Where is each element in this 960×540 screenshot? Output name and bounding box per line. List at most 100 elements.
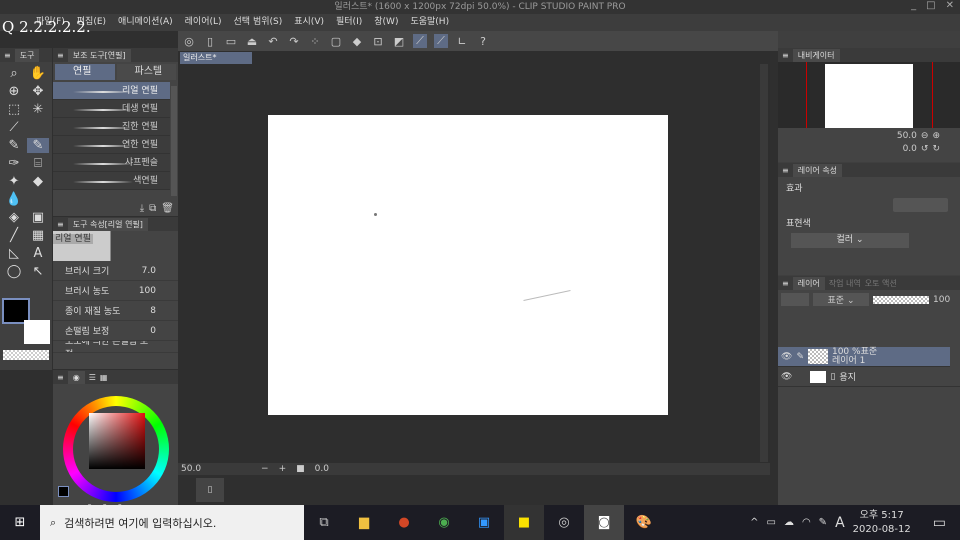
color-slider-tab[interactable]: ☰ <box>89 373 96 382</box>
zoom-field[interactable]: 50.0 <box>181 463 201 475</box>
notification-icon[interactable]: ▭ <box>919 515 960 531</box>
clear-icon[interactable]: ▢ <box>329 35 343 48</box>
correct-line-icon[interactable]: ↖ <box>27 264 49 279</box>
new-file-icon[interactable]: ▯ <box>203 35 217 48</box>
snap-special-icon[interactable]: ⟋ <box>434 34 448 48</box>
windows-start-icon[interactable]: ⊞ <box>0 505 40 540</box>
blend-icon[interactable]: 💧 <box>3 192 25 207</box>
timeline-toggle[interactable]: ▯ <box>196 478 224 502</box>
crop-icon[interactable]: ◩ <box>392 35 406 48</box>
powerpoint-icon[interactable]: ● <box>384 505 424 540</box>
ime-indicator[interactable]: A <box>835 515 845 531</box>
zoom-in-icon[interactable]: ⊕ <box>932 131 940 141</box>
eraser-icon[interactable]: ◆ <box>27 174 49 189</box>
menu-help[interactable]: 도움말(H) <box>410 14 449 31</box>
layer-row[interactable]: 👁 ▯ 용지 <box>778 367 960 387</box>
frame-icon[interactable]: ▦ <box>27 228 49 243</box>
taskbar-search[interactable]: ⌕ 검색하려면 여기에 입력하십시오. <box>40 505 304 540</box>
opacity-slider[interactable] <box>873 295 929 304</box>
duplicate-icon[interactable]: ⧉ <box>149 203 156 214</box>
zoom-out-button[interactable]: − <box>261 463 269 475</box>
document-tab[interactable]: 일러스트* <box>180 52 252 64</box>
brush-icon[interactable]: ✑ <box>3 156 25 171</box>
fill-icon[interactable]: ◆ <box>350 35 364 48</box>
open-folder-icon[interactable]: ▭ <box>224 35 238 48</box>
blend-mode-dropdown[interactable]: 표준 ⌄ <box>813 293 869 306</box>
pencil-icon[interactable]: ✎ <box>27 138 49 153</box>
navigator-preview[interactable] <box>778 62 960 128</box>
menu-view[interactable]: 표시(V) <box>294 14 324 31</box>
app-icon[interactable]: ▣ <box>464 505 504 540</box>
navigator-zoom[interactable]: 50.0 <box>897 131 917 141</box>
close-button[interactable]: ✕ <box>946 0 954 11</box>
paper-texture-row[interactable]: 종이 재질 농도 8 <box>53 301 178 321</box>
move-icon[interactable]: ✥ <box>27 84 49 99</box>
tab-layer[interactable]: 레이어 <box>792 276 825 290</box>
color-wheel-tab[interactable]: ◉ <box>67 370 85 384</box>
snap-ruler-icon[interactable]: ⟋ <box>413 34 427 48</box>
menu-filter[interactable]: 필터(I) <box>336 14 362 31</box>
hand-icon[interactable]: ✋ <box>27 66 49 81</box>
menu-animation[interactable]: 애니메이션(A) <box>118 14 173 31</box>
file-explorer-icon[interactable]: ▆ <box>344 505 384 540</box>
layer-color-dropdown[interactable] <box>781 293 809 306</box>
paint-palette-icon[interactable]: 🎨 <box>624 505 664 540</box>
text-icon[interactable]: A <box>27 246 49 261</box>
sub-color-swatch[interactable] <box>24 320 50 344</box>
transform-icon[interactable]: ⊡ <box>371 35 385 48</box>
rotate-right-icon[interactable]: ↻ <box>932 144 940 154</box>
saturation-value-square[interactable] <box>89 413 145 469</box>
tab-history[interactable]: 작업 내역 <box>829 278 861 289</box>
eyedropper-icon[interactable]: ⟋ <box>3 120 25 135</box>
airbrush-icon[interactable]: ⌸ <box>27 156 49 171</box>
clip-studio-icon[interactable]: ◎ <box>182 35 196 48</box>
eye-icon[interactable]: 👁 <box>781 352 792 362</box>
canvas-scrollbar-vertical[interactable] <box>760 64 768 462</box>
maximize-button[interactable]: □ <box>926 0 935 11</box>
mini-main-color[interactable] <box>58 486 69 497</box>
tray-chevron-icon[interactable]: ^ <box>750 517 758 528</box>
save-icon[interactable]: ⏏ <box>245 35 259 48</box>
decoration-icon[interactable]: ✦ <box>3 174 25 189</box>
kakaotalk-icon[interactable]: ■ <box>504 505 544 540</box>
magic-wand-icon[interactable]: ✳ <box>27 102 49 117</box>
eye-icon[interactable]: 👁 <box>781 372 792 382</box>
brush-colored-pencil[interactable]: 색연필 <box>53 172 170 190</box>
gradient-icon[interactable]: ▣ <box>27 210 49 225</box>
layer-row[interactable]: 👁 ✎ 100 %표준 레이어 1 <box>778 347 950 367</box>
download-icon[interactable]: ⤓ <box>140 203 144 214</box>
clock[interactable]: 오후 5:17 2020-08-12 <box>853 509 911 537</box>
pen-icon[interactable]: ✎ <box>3 138 25 153</box>
menu-selection[interactable]: 선택 범위(S) <box>234 14 283 31</box>
chrome-icon[interactable]: ◉ <box>424 505 464 540</box>
brush-density-row[interactable]: 브러시 농도 100 <box>53 281 178 301</box>
brush-light-pencil[interactable]: 연한 연필 <box>53 136 170 154</box>
wifi-icon[interactable]: ◠ <box>802 517 811 528</box>
pen-icon[interactable]: ✎ <box>819 517 827 528</box>
ruler-icon[interactable]: ◺ <box>3 246 25 261</box>
brush-dark-pencil[interactable]: 진한 연필 <box>53 118 170 136</box>
brush-real-pencil[interactable]: 리얼 연필 <box>53 82 170 100</box>
effect-buttons[interactable] <box>893 198 948 212</box>
operation-icon[interactable]: ⊕ <box>3 84 25 99</box>
expression-color-dropdown[interactable]: 컬러 ⌄ <box>791 233 909 248</box>
menu-window[interactable]: 창(W) <box>374 14 398 31</box>
transparent-color-swatch[interactable] <box>3 350 49 360</box>
minimize-button[interactable]: _ <box>911 0 916 11</box>
brush-size-row[interactable]: 브러시 크기 7.0 <box>53 261 178 281</box>
zoom-icon[interactable]: ⌕ <box>3 66 25 81</box>
drawing-canvas[interactable] <box>268 115 668 415</box>
tab-auto-action[interactable]: 오토 액션 <box>865 278 897 289</box>
stabilization-row[interactable]: 손떨림 보정 0 <box>53 321 178 341</box>
menu-layer[interactable]: 레이어(L) <box>185 14 222 31</box>
task-view-icon[interactable]: ⧉ <box>304 505 344 540</box>
tab-pencil[interactable]: 연필 <box>55 64 115 80</box>
deselect-icon[interactable]: ⁘ <box>308 35 322 48</box>
color-set-tab[interactable]: ▦ <box>100 373 108 382</box>
tab-pastel[interactable]: 파스텔 <box>116 64 176 80</box>
balloon-icon[interactable]: ◯ <box>3 264 25 279</box>
zoom-in-button[interactable]: + <box>279 463 287 475</box>
brush-mechanical-pencil[interactable]: 샤프펜슬 <box>53 154 170 172</box>
snap-grid-icon[interactable]: ∟ <box>455 35 469 48</box>
zoom-out-icon[interactable]: ⊖ <box>921 131 929 141</box>
